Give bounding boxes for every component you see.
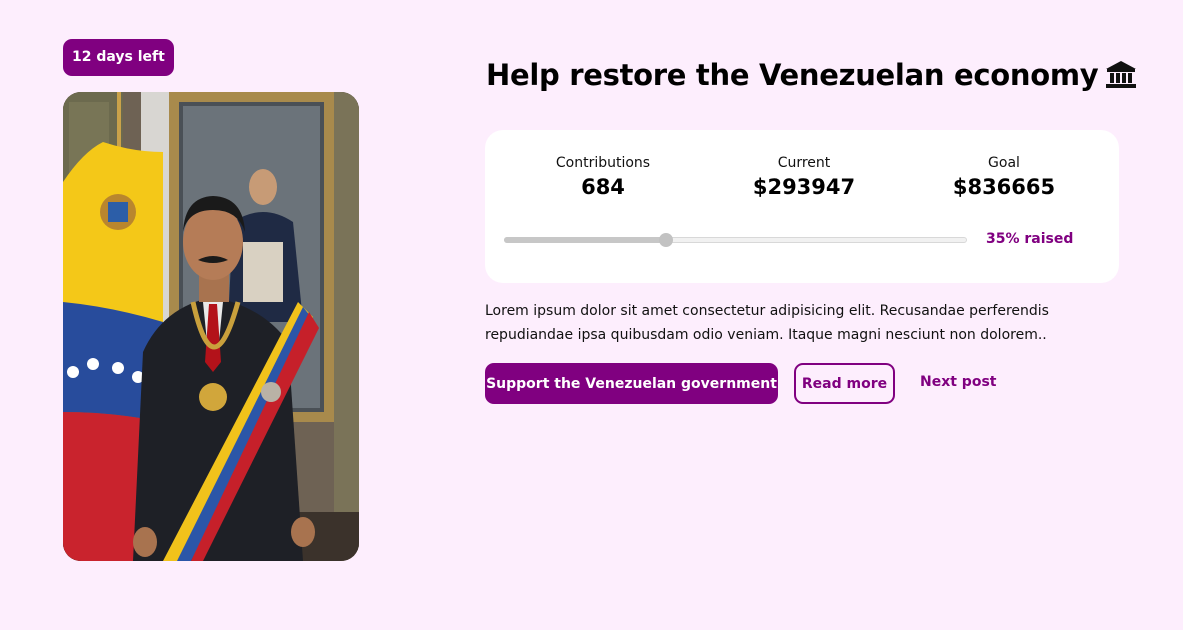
stat-current: Current $293947	[704, 153, 904, 201]
funding-progress-bar[interactable]	[504, 233, 967, 247]
campaign-page: 12 days left Help restore the Venezuelan…	[0, 0, 1183, 630]
stat-label-contributions: Contributions	[555, 155, 651, 171]
support-button[interactable]: Support the Venezuelan government	[485, 363, 778, 404]
campaign-photo	[63, 92, 359, 561]
read-more-button[interactable]: Read more	[794, 363, 895, 404]
stat-value-goal: $836665	[952, 175, 1056, 199]
stat-goal: Goal $836665	[904, 153, 1104, 201]
stats-card: Contributions 684 Current $293947 Goal $…	[485, 130, 1119, 283]
page-title: Help restore the Venezuelan economy	[486, 58, 1138, 96]
percent-raised: 35% raised	[986, 231, 1074, 247]
stat-label-current: Current	[777, 155, 831, 171]
stat-value-contributions: 684	[581, 175, 625, 199]
progress-fill	[504, 237, 667, 243]
campaign-description: Lorem ipsum dolor sit amet consectetur a…	[485, 303, 1049, 343]
stat-label-goal: Goal	[988, 155, 1020, 171]
title-text: Help restore the Venezuelan economy	[486, 58, 1099, 92]
next-post-link[interactable]: Next post	[920, 374, 996, 390]
stat-value-current: $293947	[752, 175, 856, 199]
days-left-badge: 12 days left	[63, 39, 174, 76]
progress-thumb[interactable]	[659, 233, 674, 247]
bank-icon	[1104, 59, 1138, 96]
stat-contributions: Contributions 684	[503, 153, 703, 201]
